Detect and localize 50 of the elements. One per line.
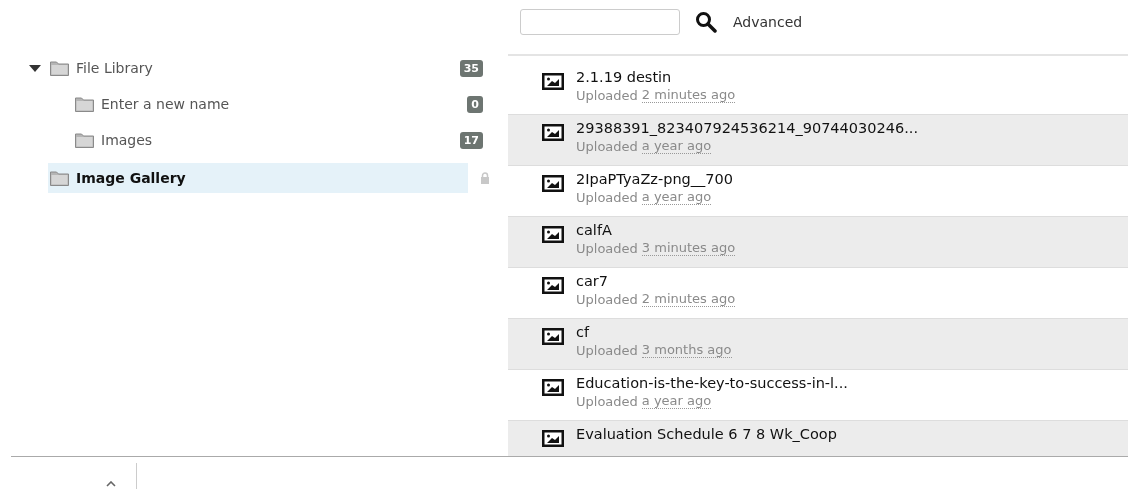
folder-icon: [75, 132, 94, 148]
tree-item[interactable]: Image Gallery: [48, 163, 468, 193]
image-icon: [542, 124, 564, 141]
count-badge: 0: [467, 95, 483, 113]
upload-label: Uploaded: [576, 343, 638, 358]
folder-icon: [75, 96, 94, 112]
advanced-link[interactable]: Advanced: [733, 14, 803, 30]
upload-label: Uploaded: [576, 241, 638, 256]
tree-item[interactable]: Enter a new name: [75, 89, 447, 119]
folder-name: Images: [101, 132, 153, 148]
folder-name: Image Gallery: [76, 170, 186, 186]
upload-label: Uploaded: [576, 394, 638, 409]
file-name[interactable]: 2IpaPTyaZz-png__700: [576, 171, 733, 187]
image-icon: [542, 277, 564, 294]
upload-time: 2 minutes ago: [641, 88, 736, 103]
search-field[interactable]: [520, 9, 680, 35]
image-icon: [542, 379, 564, 396]
count-badge: 35: [459, 59, 483, 77]
count-badge: 17: [459, 131, 483, 149]
upload-label: Uploaded: [576, 139, 638, 154]
file-name[interactable]: calfA: [576, 222, 736, 238]
folder-name: File Library: [76, 60, 153, 76]
tree-item[interactable]: File Library: [28, 53, 448, 83]
file-name[interactable]: car7: [576, 273, 736, 289]
upload-label: Uploaded: [576, 88, 638, 103]
upload-time: 2 minutes ago: [641, 292, 736, 307]
file-name[interactable]: 29388391_823407924536214_90744030246...: [576, 120, 918, 136]
folder-icon: [50, 60, 69, 76]
image-icon: [542, 226, 564, 243]
upload-label: Uploaded: [576, 190, 638, 205]
image-icon: [542, 328, 564, 345]
upload-label: Uploaded: [576, 292, 638, 307]
file-name[interactable]: 2.1.19 destin: [576, 69, 736, 85]
image-icon: [542, 175, 564, 192]
image-icon: [542, 73, 564, 90]
file-name[interactable]: cf: [576, 324, 732, 340]
image-icon: [542, 430, 564, 447]
upload-time: a year ago: [641, 190, 712, 205]
upload-time: 3 minutes ago: [641, 241, 736, 256]
caret-down-icon[interactable]: [28, 64, 42, 72]
upload-time: a year ago: [641, 139, 712, 154]
folder-icon: [50, 170, 69, 186]
chevron-up-icon[interactable]: [106, 481, 116, 487]
folder-name: Enter a new name: [101, 96, 230, 112]
tree-item[interactable]: Images: [75, 125, 447, 155]
search-icon[interactable]: [695, 11, 717, 33]
file-name[interactable]: Education-is-the-key-to-success-in-l...: [576, 375, 848, 391]
upload-time: a year ago: [641, 394, 712, 409]
file-name[interactable]: Evaluation Schedule 6 7 8 Wk_Coop: [576, 426, 837, 442]
upload-time: 3 months ago: [641, 343, 732, 358]
